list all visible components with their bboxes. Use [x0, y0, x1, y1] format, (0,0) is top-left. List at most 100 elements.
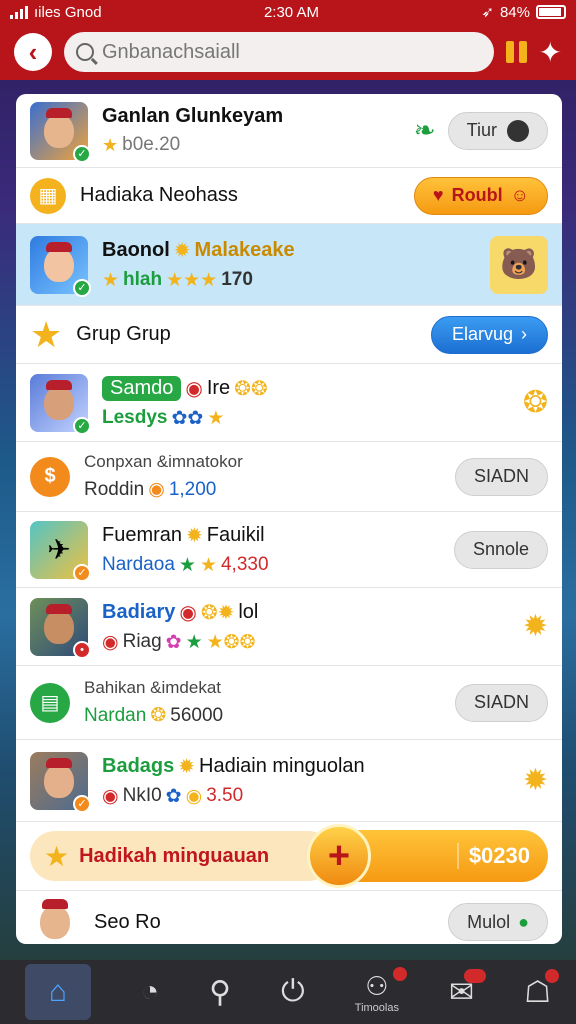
avatar: ✓: [30, 751, 91, 813]
list-item[interactable]: ▦ Hadiaka Neohass ♥ Roubl ☺: [16, 168, 562, 224]
home-icon: ⌂: [48, 975, 68, 1008]
pause-icon[interactable]: [505, 41, 527, 63]
star-icon: ★: [199, 554, 217, 576]
list-item[interactable]: ✓ Badags ✹ Hadiain minguolan ◉ NkI0 ✿ ◉ 3.50 ✹: [16, 740, 562, 822]
toggle-knob: [507, 119, 529, 142]
item-subtitle: lol: [238, 600, 259, 623]
list-item[interactable]: ✓ Baonol ✹ Malakeake ★ hlah ★★★ 170 🐻: [16, 224, 562, 306]
avatar: [30, 897, 80, 944]
item-subtitle: Fauikil: [206, 523, 265, 546]
toggle-button[interactable]: Tiur: [447, 111, 548, 150]
list-item[interactable]: ✓ Ganlan Glunkeyam ★ b0e.20 ❧ Tiur: [16, 94, 562, 168]
back-button[interactable]: ‹: [14, 33, 52, 71]
badge-icon: ✹: [173, 239, 191, 262]
status-icon: •: [73, 640, 91, 659]
chevron-right-icon: ›: [521, 324, 527, 344]
ball-icon: ◉: [179, 601, 197, 624]
coin-icon[interactable]: ❂: [523, 385, 548, 420]
siadn-button[interactable]: SIADN: [454, 683, 548, 722]
star-icon: ★: [102, 269, 120, 291]
status-bar: ıiles Gnod 2:30 AM ➶ 84%: [0, 0, 576, 24]
badge-icon: ✹: [178, 755, 196, 778]
money-icon: $: [30, 456, 70, 497]
heart-icon: ♥: [432, 185, 444, 205]
button-label: Roubl: [451, 185, 503, 205]
tab-chat[interactable]: ✉: [449, 968, 487, 1010]
mulol-button[interactable]: Mulol ●: [448, 903, 548, 941]
document-icon: ▤: [30, 682, 70, 723]
item-title: Badiary: [102, 600, 176, 623]
item-value: 3.50: [206, 785, 244, 806]
list-item[interactable]: ▤ Bahikan &imdekat Nardan ❂ 56000 SIADN: [16, 666, 562, 740]
reward-label-pill[interactable]: ★ Hadikah minguauan: [30, 831, 333, 881]
snnole-button[interactable]: Snnole: [453, 530, 548, 569]
gem-icon: ✿: [165, 785, 182, 807]
ball-icon: ◉: [102, 785, 119, 807]
badge-icon: ✹: [186, 524, 203, 547]
elarvug-button[interactable]: Elarvug ›: [430, 315, 548, 354]
verified-icon: ✓: [73, 278, 91, 297]
top-bar: ‹ Gnbanachsaiall ✦: [0, 24, 576, 80]
item-value: 56000: [170, 704, 224, 726]
siadn-button[interactable]: SIADN: [454, 457, 548, 496]
item-title: Grup Grup: [76, 323, 171, 345]
share-icon[interactable]: ✦: [539, 36, 562, 69]
bear-icon[interactable]: 🐻: [490, 235, 548, 294]
item-tag: Nardaoa: [102, 554, 175, 575]
people-icon: ⚇: [365, 970, 389, 1001]
plus-icon: +: [307, 824, 371, 888]
tab-bar: ⌂ ◔ ⚲ ⏻ ⚇ Timoolas ✉ ☖: [0, 960, 576, 1024]
leaf-icon: ❧: [413, 115, 436, 145]
item-subtitle: Roddin: [84, 478, 145, 500]
tab-people[interactable]: ⚇ Timoolas: [354, 966, 407, 1014]
avatar: ✓: [30, 235, 91, 297]
notification-badge: [545, 968, 559, 983]
location-icon: ➶: [481, 4, 494, 21]
search-icon[interactable]: ⚲: [209, 975, 231, 1010]
power-icon[interactable]: ⏻: [281, 975, 305, 1009]
item-tag: hlah: [123, 269, 163, 290]
item-title: Bahikan &imdekat: [84, 678, 222, 697]
list-item[interactable]: ✈ ✓ Fuemran ✹ Fauikil Nardaoa ★ ★ 4,330 Snnole: [16, 512, 562, 588]
roubl-button[interactable]: ♥ Roubl ☺: [413, 176, 548, 215]
item-subtitle: Lesdys: [102, 407, 168, 428]
verified-icon: ✓: [73, 416, 91, 435]
star-badge-icon[interactable]: ✹: [523, 763, 548, 798]
list-item[interactable]: Seo Ro Mulol ●: [16, 890, 562, 944]
add-reward-button[interactable]: + $0230: [307, 824, 548, 888]
ball-icon: ◉: [102, 631, 119, 653]
item-subtitle: Hadiain minguolan: [199, 754, 365, 777]
reward-label: Hadikah minguauan: [79, 844, 270, 867]
tab-home[interactable]: ⌂: [24, 964, 91, 1020]
star-badge-icon[interactable]: ✹: [523, 609, 548, 644]
star-icon: ★: [44, 840, 70, 872]
list-item[interactable]: ★ Grup Grup Elarvug ›: [16, 306, 562, 364]
list-item[interactable]: $ Conpxan &imnatokor Roddin ◉ 1,200 SIADN: [16, 442, 562, 512]
item-value: 1,200: [168, 478, 217, 500]
avatar: •: [30, 597, 91, 659]
item-title: Ganlan Glunkeyam: [102, 105, 284, 127]
signal-icon: [10, 5, 28, 19]
avatar: ✓: [30, 373, 91, 435]
star-icon: ★: [185, 631, 203, 653]
button-label: Mulol: [467, 911, 511, 932]
ball-icon: ◉: [185, 377, 203, 400]
tab-label: Timoolas: [354, 1001, 399, 1014]
item-subtitle: Malakeake: [194, 238, 295, 261]
item-title: Ire: [206, 376, 231, 399]
stars-icon: ★★★: [166, 269, 218, 291]
compass-icon[interactable]: ◔: [141, 975, 159, 1009]
item-value: 170: [221, 269, 253, 290]
flower-icon: ✿: [165, 631, 182, 653]
search-input[interactable]: Gnbanachsaiall: [64, 32, 494, 72]
battery-icon: [535, 5, 566, 19]
button-label: Tiur: [466, 120, 497, 140]
list-item[interactable]: • Badiary ◉ ❂✹ lol ◉ Riag ✿ ★ ★❂❂ ✹: [16, 588, 562, 666]
list-item[interactable]: ✓ Samdo ◉ Ire ❂❂ Lesdys ✿✿ ★ ❂: [16, 364, 562, 442]
coin-icon: ◉: [148, 479, 165, 500]
star-icon: ★: [178, 554, 196, 576]
coin-icon: ◉: [185, 785, 203, 807]
verified-icon: ✓: [73, 563, 91, 582]
tab-profile[interactable]: ☖: [524, 968, 559, 1010]
search-placeholder: Gnbanachsaiall: [102, 40, 240, 63]
